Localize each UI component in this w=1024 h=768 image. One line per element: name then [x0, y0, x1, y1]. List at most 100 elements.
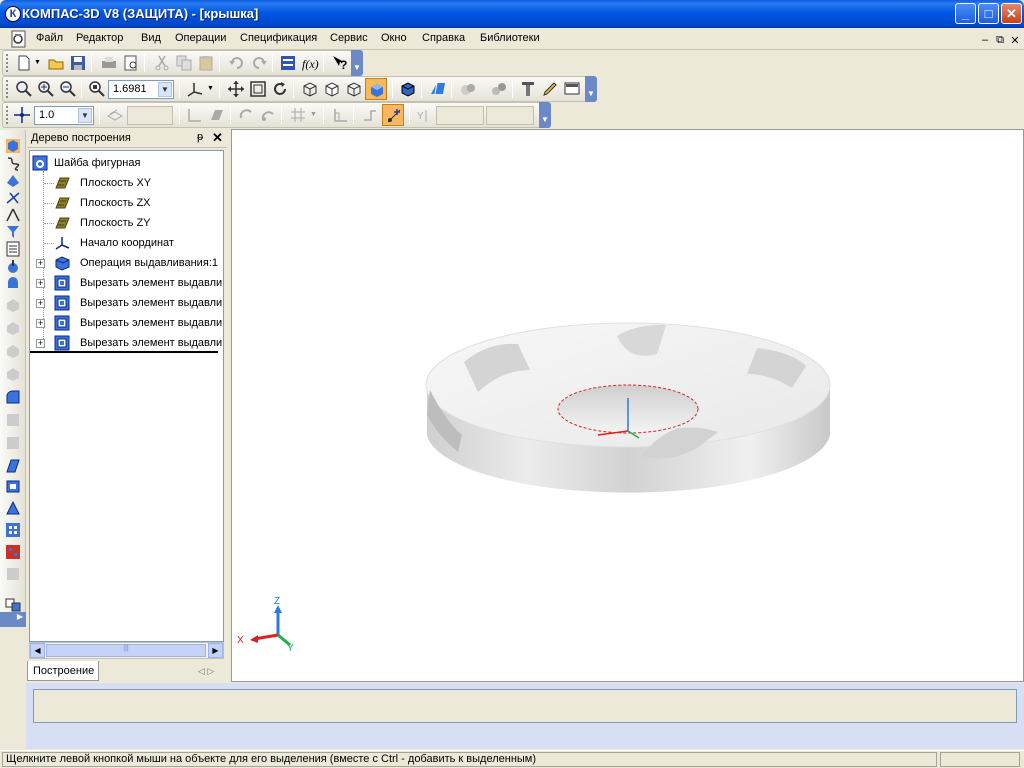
orthogonal-icon[interactable]	[331, 106, 349, 124]
model-viewport[interactable]: Z X Y	[231, 129, 1024, 682]
tree-close-button[interactable]: ✕	[212, 130, 223, 146]
tab-construction[interactable]: Построение	[27, 661, 99, 681]
rotate-icon[interactable]	[271, 80, 289, 98]
function-fx-icon[interactable]: f(x)	[301, 54, 319, 72]
paste-icon[interactable]	[197, 54, 215, 72]
menu-operations[interactable]: Операции	[175, 32, 226, 44]
layer-icon[interactable]	[106, 106, 124, 124]
tree-item[interactable]: + Вырезать элемент выдавли	[30, 293, 223, 313]
orientation-axes-icon[interactable]	[186, 80, 204, 98]
snap-orient-icon[interactable]	[259, 106, 277, 124]
shaded-edges-icon[interactable]	[399, 80, 417, 98]
expand-plus-icon[interactable]: +	[36, 299, 45, 308]
menu-file[interactable]: Файл	[36, 32, 63, 44]
undo-icon[interactable]	[228, 54, 246, 72]
scroll-thumb[interactable]: |||	[46, 644, 206, 657]
mdi-restore-button[interactable]: ⧉	[995, 34, 1005, 47]
cursor-step-icon[interactable]	[13, 106, 31, 124]
chevron-down-icon[interactable]: ▼	[158, 82, 172, 97]
hidden-lines-thin-icon[interactable]	[345, 80, 363, 98]
show-all-icon[interactable]	[249, 80, 267, 98]
menu-view[interactable]: Вид	[141, 32, 161, 44]
shell-icon[interactable]	[5, 478, 21, 494]
tree-item[interactable]: Плоскость ZX	[30, 193, 223, 213]
grid-dropdown-arrow-icon[interactable]: ▼	[310, 111, 317, 118]
tree-root[interactable]: Шайба фигурная	[30, 153, 223, 173]
grid-icon[interactable]	[289, 106, 307, 124]
menu-editor[interactable]: Редактор	[76, 32, 123, 44]
tree-item[interactable]: + Вырезать элемент выдавли	[30, 313, 223, 333]
pin-icon[interactable]: ᵽ	[197, 131, 203, 143]
elements-icon[interactable]	[5, 275, 21, 291]
menu-libraries[interactable]: Библиотеки	[480, 32, 540, 44]
zoom-out-icon[interactable]	[59, 80, 77, 98]
toolbar-grip[interactable]	[6, 80, 9, 98]
expand-plus-icon[interactable]: +	[36, 319, 45, 328]
reports-icon[interactable]	[5, 258, 21, 274]
context-help-icon[interactable]: ?	[331, 54, 349, 72]
mdi-minimize-button[interactable]: –	[980, 34, 990, 46]
tree-horizontal-scrollbar[interactable]: ◀ ||| ▶	[29, 642, 224, 659]
document-system-icon[interactable]	[10, 30, 28, 48]
new-document-icon[interactable]	[15, 54, 33, 72]
array-icon[interactable]	[5, 522, 21, 538]
incline-icon[interactable]	[5, 500, 21, 516]
tree-item[interactable]: Плоскость XY	[30, 173, 223, 193]
filters-icon[interactable]	[5, 224, 21, 240]
menu-specification[interactable]: Спецификация	[240, 32, 317, 44]
copy-icon[interactable]	[175, 54, 193, 72]
close-button[interactable]: ✕	[1001, 3, 1022, 24]
auxiliary-geometry-icon[interactable]	[5, 190, 21, 206]
toolbar-grip[interactable]	[6, 54, 9, 72]
expand-plus-icon[interactable]: +	[36, 339, 45, 348]
cut-icon[interactable]	[153, 54, 171, 72]
kinematic-disabled-icon[interactable]	[5, 343, 21, 359]
model-tree-icon[interactable]	[5, 596, 21, 612]
sketch-plane-icon[interactable]	[208, 106, 226, 124]
save-icon[interactable]	[69, 54, 87, 72]
menu-service[interactable]: Сервис	[330, 32, 368, 44]
loft-disabled-icon[interactable]	[5, 366, 21, 382]
section-disabled-icon[interactable]	[5, 566, 21, 582]
zoom-scale-icon[interactable]	[88, 80, 106, 98]
coordinates-icon[interactable]: Y	[416, 106, 434, 124]
perspective-icon[interactable]	[429, 80, 447, 98]
toolbar-grip[interactable]	[6, 106, 9, 124]
kompas-app-icon[interactable]: К	[5, 6, 21, 22]
toolbar-options-dropdown[interactable]: ▼	[351, 50, 363, 76]
snap-rotate-icon[interactable]	[237, 106, 255, 124]
detail-level-icon[interactable]	[490, 80, 508, 98]
rotate-disabled-icon[interactable]	[5, 320, 21, 336]
scroll-left-arrow-icon[interactable]: ◀	[30, 643, 45, 658]
minimize-button[interactable]: _	[955, 3, 976, 24]
tree-filter-icon[interactable]	[519, 80, 537, 98]
rib-icon[interactable]	[5, 458, 21, 474]
new-dropdown-arrow-icon[interactable]: ▼	[34, 59, 41, 66]
specification-icon[interactable]	[5, 241, 21, 257]
compact-toolbar-expand[interactable]: ▶	[0, 612, 26, 627]
tree-item[interactable]: + Вырезать элемент выдавли	[30, 333, 222, 353]
cursor-step-combobox[interactable]: 1.0 ▼	[34, 106, 94, 125]
display-settings-icon[interactable]	[563, 80, 581, 98]
section-icon[interactable]	[459, 80, 477, 98]
hole-disabled-icon[interactable]	[5, 435, 21, 451]
tree-item[interactable]: + Вырезать элемент выдавли	[30, 273, 223, 293]
tree-item[interactable]: Начало координат	[30, 233, 223, 253]
snap-toggle-button[interactable]	[382, 104, 404, 126]
scroll-right-arrow-icon[interactable]: ▶	[208, 643, 223, 658]
open-folder-icon[interactable]	[47, 54, 65, 72]
local-cs-icon[interactable]	[186, 106, 204, 124]
wireframe-icon[interactable]	[301, 80, 319, 98]
expand-plus-icon[interactable]: +	[36, 279, 45, 288]
menu-help[interactable]: Справка	[422, 32, 465, 44]
maximize-button[interactable]: □	[978, 3, 999, 24]
extrude-disabled-icon[interactable]	[5, 297, 21, 313]
mirror-array-icon[interactable]	[5, 544, 21, 560]
chevron-down-icon[interactable]: ▼	[78, 108, 92, 123]
surfaces-icon[interactable]	[5, 173, 21, 189]
toolbar-options-dropdown[interactable]: ▼	[585, 76, 597, 102]
menu-window[interactable]: Окно	[381, 32, 407, 44]
spatial-curves-icon[interactable]	[5, 156, 21, 172]
print-icon[interactable]	[100, 54, 118, 72]
tree-item[interactable]: + Операция выдавливания:1	[30, 253, 223, 273]
